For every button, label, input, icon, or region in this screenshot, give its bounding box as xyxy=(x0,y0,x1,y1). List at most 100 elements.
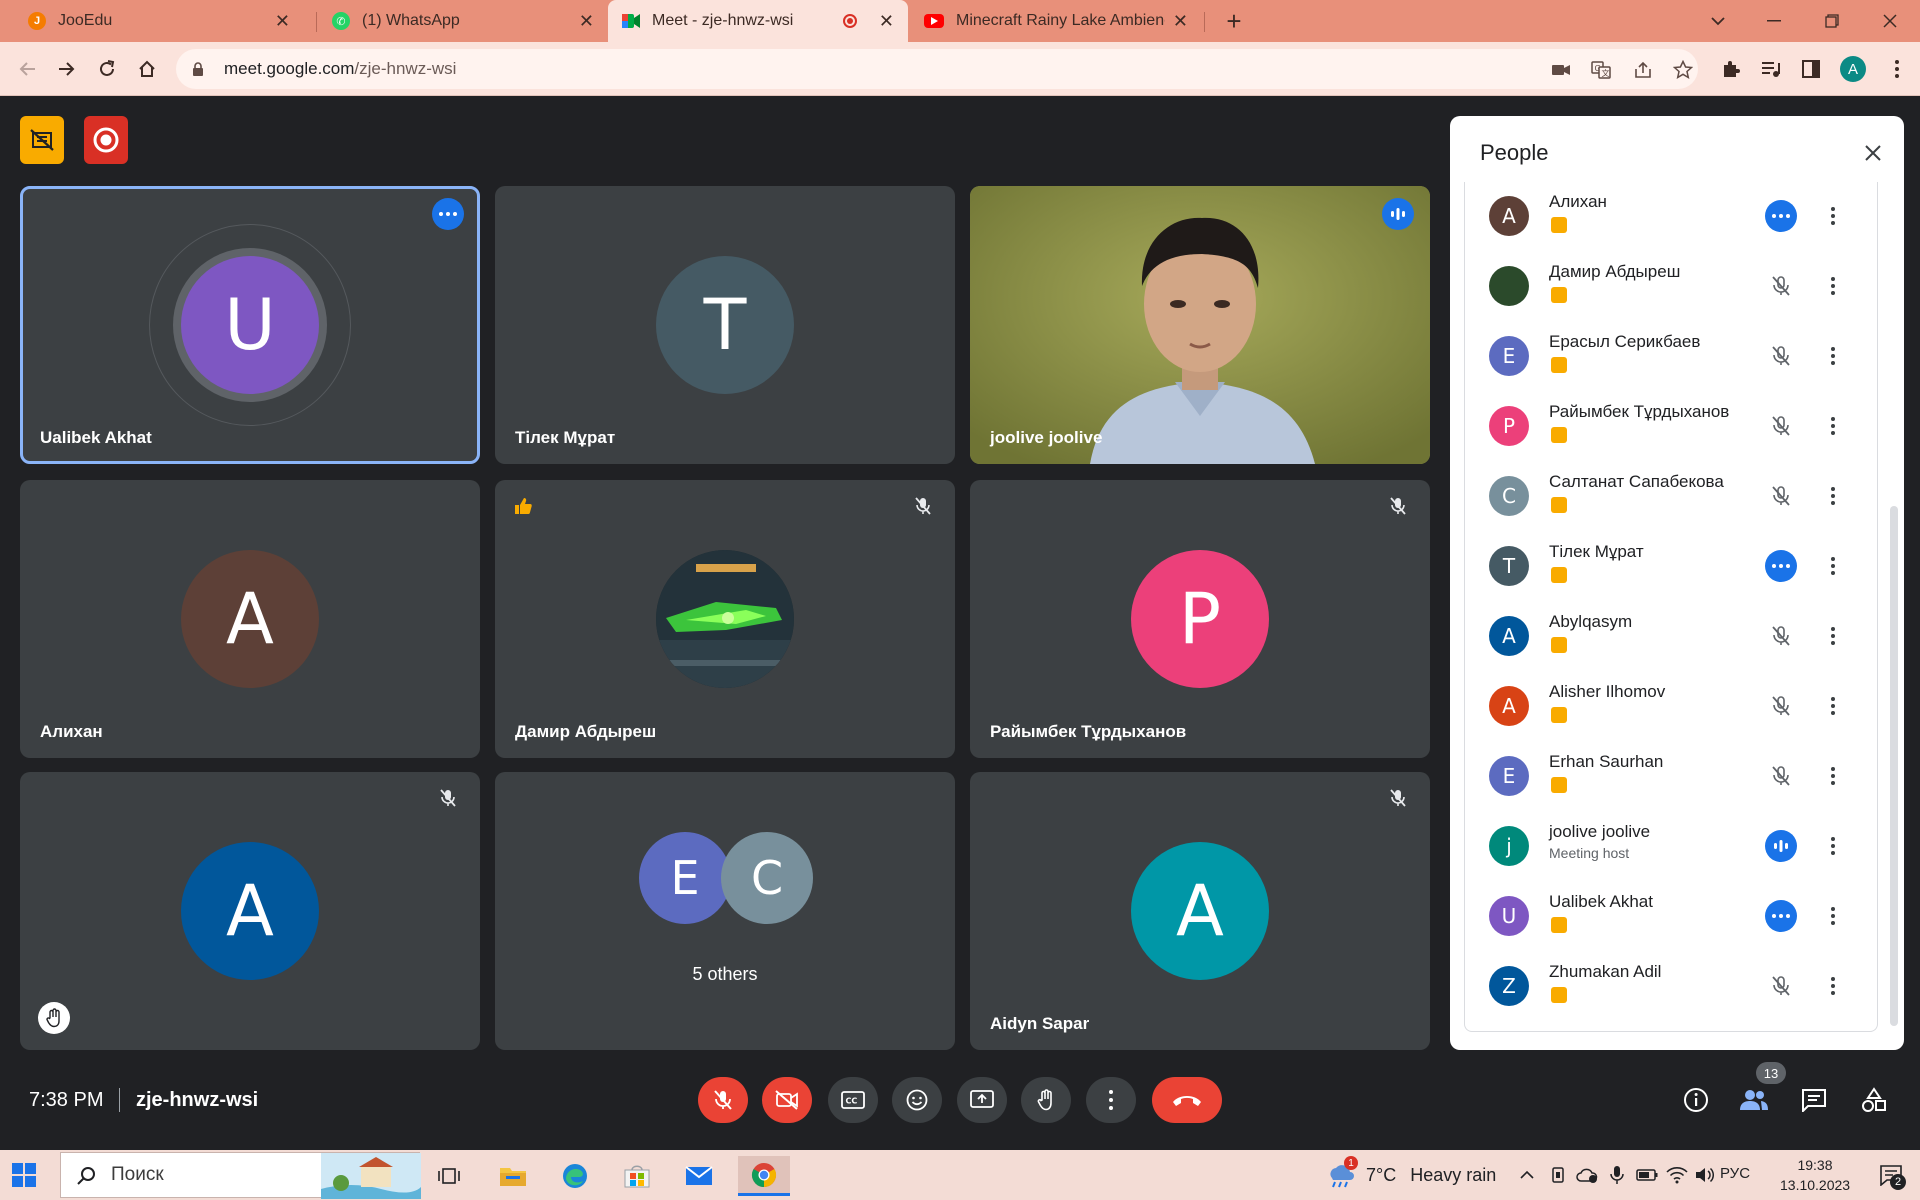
back-button[interactable] xyxy=(12,54,42,84)
chat-button[interactable] xyxy=(1794,1080,1834,1120)
participant-more-options-button[interactable] xyxy=(1821,762,1845,790)
camera-toggle-button[interactable] xyxy=(762,1077,812,1123)
home-button[interactable] xyxy=(132,54,162,84)
present-screen-button[interactable] xyxy=(957,1077,1007,1123)
participant-row[interactable]: Дамир Абдыреш xyxy=(1465,252,1879,322)
microphone-tray-icon[interactable] xyxy=(1606,1164,1628,1186)
participant-row[interactable]: T Тілек Мұрат xyxy=(1465,532,1879,602)
mic-off-icon[interactable] xyxy=(1765,760,1797,792)
chrome-menu-icon[interactable] xyxy=(1884,56,1910,82)
speaking-indicator-icon[interactable] xyxy=(1765,830,1797,862)
mic-off-icon[interactable] xyxy=(1765,270,1797,302)
participant-more-options-button[interactable] xyxy=(1821,552,1845,580)
onedrive-icon[interactable] xyxy=(1576,1164,1598,1186)
close-tab-icon[interactable]: ✕ xyxy=(275,11,290,32)
tab-jooedu[interactable]: J JooEdu ✕ xyxy=(14,0,304,42)
participant-tile[interactable]: A xyxy=(20,772,480,1050)
participant-row[interactable]: A Алихан xyxy=(1465,182,1879,252)
tab-search-button[interactable] xyxy=(1690,0,1746,42)
extensions-icon[interactable] xyxy=(1718,56,1744,82)
wifi-icon[interactable] xyxy=(1666,1164,1688,1186)
participant-more-options-button[interactable] xyxy=(1821,832,1845,860)
show-hidden-icons-icon[interactable] xyxy=(1516,1164,1538,1186)
captions-button[interactable]: CC xyxy=(828,1077,878,1123)
raise-hand-button[interactable] xyxy=(1021,1077,1071,1123)
audio-level-icon[interactable] xyxy=(1765,900,1797,932)
mic-off-icon[interactable] xyxy=(1765,620,1797,652)
close-panel-button[interactable] xyxy=(1858,138,1888,168)
chrome-taskbar-icon[interactable] xyxy=(738,1156,790,1196)
participant-row[interactable]: E Ерасыл Серикбаев xyxy=(1465,322,1879,392)
meeting-details-button[interactable] xyxy=(1676,1080,1716,1120)
participant-tile[interactable]: Дамир Абдыреш xyxy=(495,480,955,758)
mail-icon[interactable] xyxy=(676,1156,722,1196)
tab-youtube[interactable]: Minecraft Rainy Lake Ambience ( ✕ xyxy=(910,0,1202,42)
microsoft-store-icon[interactable] xyxy=(614,1156,660,1196)
minimize-window-button[interactable] xyxy=(1746,0,1802,42)
edge-browser-icon[interactable] xyxy=(552,1156,598,1196)
participant-row[interactable]: A Abylqasym xyxy=(1465,602,1879,672)
taskbar-search-box[interactable]: Поиск xyxy=(60,1152,421,1199)
address-bar[interactable]: meet.google.com/zje-hnwz-wsi xyxy=(176,49,1698,89)
audio-level-icon[interactable] xyxy=(1765,200,1797,232)
input-language[interactable]: РУС xyxy=(1720,1165,1750,1182)
camera-in-use-icon[interactable] xyxy=(1550,59,1572,81)
tab-meet[interactable]: Meet - zje-hnwz-wsi ✕ xyxy=(608,0,908,42)
mic-off-icon[interactable] xyxy=(1765,690,1797,722)
mic-off-icon[interactable] xyxy=(1765,480,1797,512)
file-explorer-icon[interactable] xyxy=(490,1156,536,1196)
participant-tile[interactable]: T Тілек Мұрат xyxy=(495,186,955,464)
restore-window-button[interactable] xyxy=(1804,0,1860,42)
others-tile[interactable]: E C 5 others xyxy=(495,772,955,1050)
volume-icon[interactable] xyxy=(1694,1164,1716,1186)
close-tab-icon[interactable]: ✕ xyxy=(879,11,894,32)
camera-blocked-icon[interactable] xyxy=(20,116,64,164)
reload-button[interactable] xyxy=(92,54,122,84)
participant-tile[interactable]: A Aidyn Sapar xyxy=(970,772,1430,1050)
device-icon[interactable] xyxy=(1547,1164,1569,1186)
participant-more-options-button[interactable] xyxy=(1821,622,1845,650)
participant-more-options-button[interactable] xyxy=(1821,272,1845,300)
reactions-button[interactable] xyxy=(892,1077,942,1123)
participant-video-tile[interactable]: joolive joolive xyxy=(970,186,1430,464)
participant-tile[interactable]: U Ualibek Akhat xyxy=(20,186,480,464)
close-window-button[interactable] xyxy=(1862,0,1918,42)
bookmark-star-icon[interactable] xyxy=(1672,59,1694,81)
more-options-button[interactable] xyxy=(1086,1077,1136,1123)
participant-more-options-button[interactable] xyxy=(1821,412,1845,440)
weather-widget[interactable]: 1 7°C Heavy rain xyxy=(1326,1156,1496,1188)
participant-row[interactable]: P Райымбек Тұрдыханов xyxy=(1465,392,1879,462)
leave-call-button[interactable] xyxy=(1152,1077,1222,1123)
participant-more-options-button[interactable] xyxy=(1821,902,1845,930)
participant-tile[interactable]: P Райымбек Тұрдыханов xyxy=(970,480,1430,758)
participant-row[interactable]: A Alisher Ilhomov xyxy=(1465,672,1879,742)
close-tab-icon[interactable]: ✕ xyxy=(579,11,594,32)
activities-button[interactable] xyxy=(1854,1080,1894,1120)
recording-icon[interactable] xyxy=(84,116,128,164)
tab-whatsapp[interactable]: ✆ (1) WhatsApp ✕ xyxy=(318,0,608,42)
windows-start-icon[interactable] xyxy=(12,1163,36,1187)
new-tab-button[interactable]: + xyxy=(1206,0,1262,42)
translate-icon[interactable]: G文 xyxy=(1590,59,1612,81)
participant-tile[interactable]: A Алихан xyxy=(20,480,480,758)
participant-more-options-button[interactable] xyxy=(1821,692,1845,720)
forward-button[interactable] xyxy=(52,54,82,84)
participant-more-options-button[interactable] xyxy=(1821,972,1845,1000)
participant-row[interactable]: C Салтанат Сапабекова xyxy=(1465,462,1879,532)
profile-avatar[interactable]: A xyxy=(1840,56,1866,82)
close-tab-icon[interactable]: ✕ xyxy=(1173,11,1188,32)
participant-row[interactable]: j joolive joolive Meeting host xyxy=(1465,812,1879,882)
scrollbar[interactable] xyxy=(1890,506,1898,1026)
system-clock[interactable]: 19:38 13.10.2023 xyxy=(1780,1155,1850,1195)
side-panel-icon[interactable] xyxy=(1798,56,1824,82)
notifications-icon[interactable]: 2 xyxy=(1874,1164,1908,1190)
mic-off-icon[interactable] xyxy=(1765,410,1797,442)
participant-row[interactable]: U Ualibek Akhat xyxy=(1465,882,1879,952)
participant-row[interactable]: Z Zhumakan Adil xyxy=(1465,952,1879,1022)
battery-icon[interactable] xyxy=(1636,1164,1658,1186)
participant-more-options-button[interactable] xyxy=(1821,342,1845,370)
share-icon[interactable] xyxy=(1632,59,1654,81)
participant-row[interactable]: E Erhan Saurhan xyxy=(1465,742,1879,812)
participant-more-options-button[interactable] xyxy=(1821,482,1845,510)
microphone-toggle-button[interactable] xyxy=(698,1077,748,1123)
